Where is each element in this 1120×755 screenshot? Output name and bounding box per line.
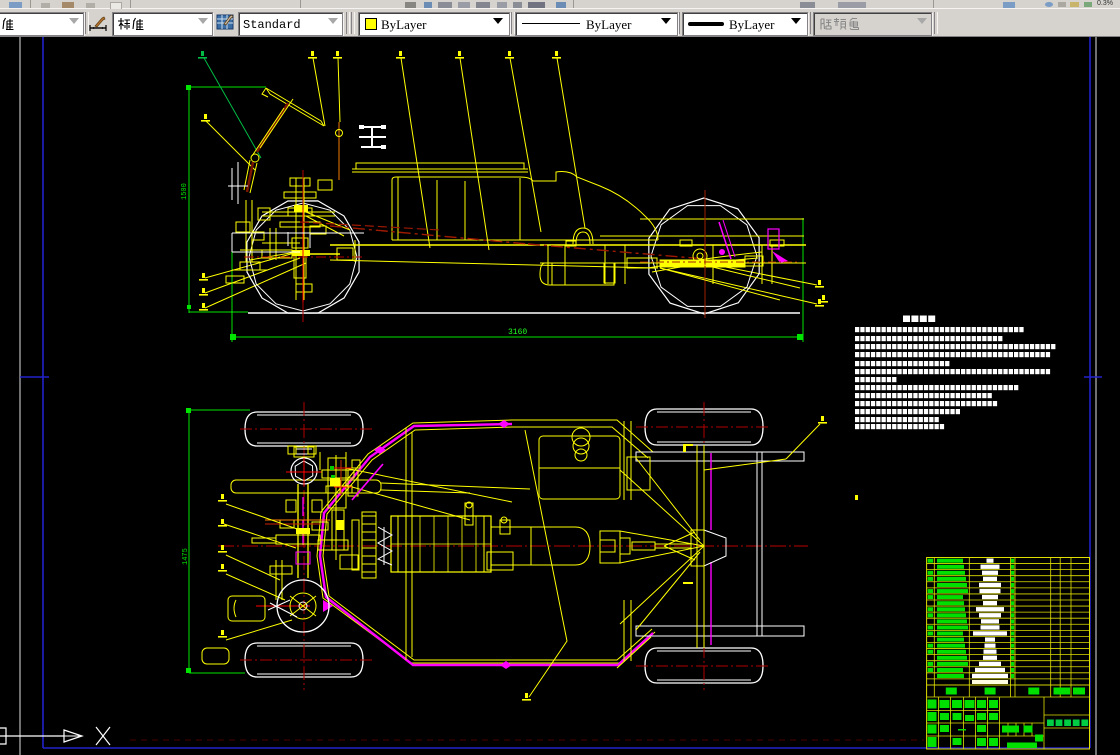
svg-text:1500: 1500 [181,183,189,200]
svg-text:1475: 1475 [182,548,190,565]
svg-text:3160: 3160 [508,328,527,337]
